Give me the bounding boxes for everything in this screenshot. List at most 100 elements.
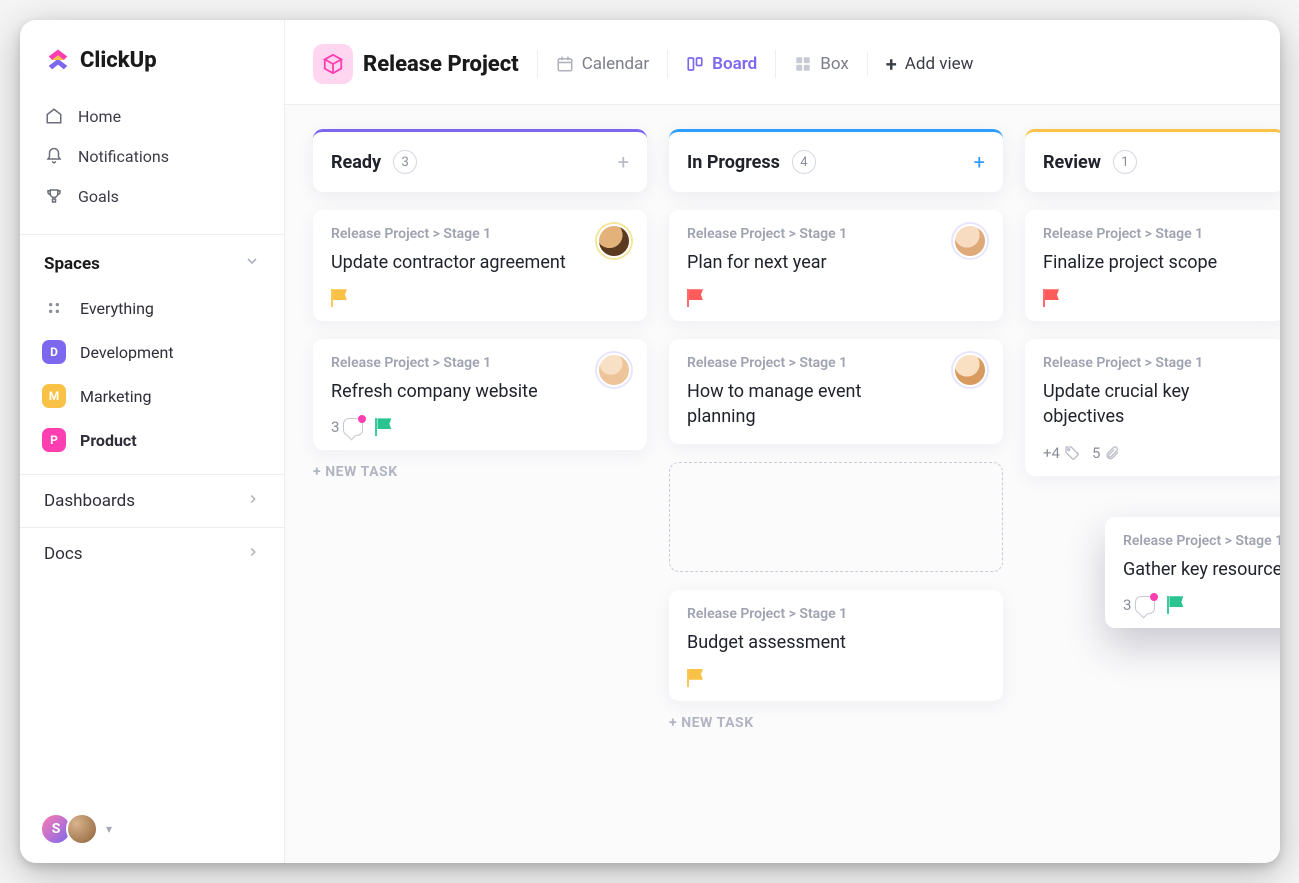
flag-icon [1167, 596, 1185, 614]
space-marketing[interactable]: M Marketing [20, 374, 284, 418]
nav-goals[interactable]: Goals [30, 176, 274, 216]
card-title: Gather key resources [1123, 557, 1280, 582]
project-icon[interactable] [313, 44, 353, 84]
tab-board[interactable]: Board [667, 50, 775, 78]
task-card[interactable]: Release Project > Stage 1 Budget assessm… [669, 590, 1003, 701]
chevron-right-icon [246, 491, 260, 511]
card-breadcrumb: Release Project > Stage 1 [1123, 533, 1280, 549]
main-content: Release Project Calendar Board [285, 20, 1280, 863]
attachment-count: 5 [1092, 444, 1120, 462]
tab-label: Calendar [582, 54, 649, 74]
column-ready: Ready 3 + Release Project > Stage 1 Upda… [313, 129, 647, 839]
brand-name: ClickUp [80, 48, 157, 73]
calendar-icon [556, 55, 574, 73]
space-badge: D [42, 340, 66, 364]
avatar [953, 353, 987, 387]
topbar: Release Project Calendar Board [285, 20, 1280, 105]
project-title: Release Project [363, 52, 519, 77]
task-card[interactable]: Release Project > Stage 1 How to manage … [669, 339, 1003, 443]
space-product[interactable]: P Product [20, 418, 284, 462]
tab-calendar[interactable]: Calendar [537, 50, 667, 78]
column-review: Review 1 Release Project > Stage 1 Final… [1025, 129, 1280, 839]
nav-notifications-label: Notifications [78, 147, 169, 166]
comment-icon [1135, 596, 1155, 614]
home-icon [44, 106, 64, 126]
task-card[interactable]: Release Project > Stage 1 Update crucial… [1025, 339, 1280, 475]
card-breadcrumb: Release Project > Stage 1 [687, 226, 985, 242]
attachment-icon [1104, 445, 1120, 461]
add-card-button[interactable]: + [974, 152, 985, 172]
tab-label: Box [820, 54, 849, 74]
chevron-down-icon [244, 253, 260, 274]
column-count: 3 [393, 150, 417, 174]
space-label: Product [80, 431, 137, 450]
plus-icon: + [886, 52, 897, 76]
nav-home[interactable]: Home [30, 96, 274, 136]
nav-docs[interactable]: Docs [20, 527, 284, 580]
column-title: Ready [331, 152, 381, 173]
nav-home-label: Home [78, 107, 121, 126]
flag-icon [687, 289, 705, 307]
dashboards-label: Dashboards [44, 491, 135, 511]
column-header: Review 1 [1025, 129, 1280, 192]
add-view-button[interactable]: + Add view [867, 52, 974, 76]
user-switcher[interactable]: S ▾ [20, 795, 284, 863]
task-card[interactable]: Release Project > Stage 1 Update contrac… [313, 210, 647, 321]
comment-count: 3 [1123, 596, 1155, 614]
card-breadcrumb: Release Project > Stage 1 [331, 226, 629, 242]
task-card[interactable]: Release Project > Stage 1 Plan for next … [669, 210, 1003, 321]
avatar [597, 353, 631, 387]
grid-icon [42, 296, 66, 320]
nav-goals-label: Goals [78, 187, 119, 206]
spaces-header[interactable]: Spaces [20, 235, 284, 286]
card-title: Update crucial key objectives [1043, 379, 1267, 429]
add-card-button[interactable]: + [618, 152, 629, 172]
spaces-title: Spaces [44, 254, 100, 274]
card-breadcrumb: Release Project > Stage 1 [1043, 355, 1267, 371]
space-development[interactable]: D Development [20, 330, 284, 374]
subtask-count: +4 [1043, 444, 1080, 462]
card-breadcrumb: Release Project > Stage 1 [687, 355, 985, 371]
nav-notifications[interactable]: Notifications [30, 136, 274, 176]
board: Ready 3 + Release Project > Stage 1 Upda… [285, 105, 1280, 863]
column-title: Review [1043, 152, 1101, 173]
column-in-progress: In Progress 4 + Release Project > Stage … [669, 129, 1003, 839]
card-title: Update contractor agreement [331, 250, 571, 275]
trophy-icon [44, 186, 64, 206]
tab-box[interactable]: Box [775, 50, 867, 78]
column-count: 4 [792, 150, 816, 174]
nav-dashboards[interactable]: Dashboards [20, 474, 284, 527]
card-title: Budget assessment [687, 630, 927, 655]
brand-logo[interactable]: ClickUp [20, 20, 284, 90]
new-task-button[interactable]: + NEW TASK [313, 464, 647, 480]
space-label: Marketing [80, 387, 151, 406]
flag-icon [687, 669, 705, 687]
new-task-button[interactable]: + NEW TASK [669, 715, 1003, 731]
task-card[interactable]: Release Project > Stage 1 Refresh compan… [313, 339, 647, 450]
flag-icon [331, 289, 349, 307]
docs-label: Docs [44, 544, 83, 564]
board-icon [686, 55, 704, 73]
box-icon [794, 55, 812, 73]
card-title: Finalize project scope [1043, 250, 1267, 275]
card-breadcrumb: Release Project > Stage 1 [687, 606, 985, 622]
column-count: 1 [1113, 150, 1137, 174]
card-title: How to manage event planning [687, 379, 927, 429]
bell-icon [44, 146, 64, 166]
add-view-label: Add view [905, 54, 974, 74]
comment-icon [343, 418, 363, 436]
space-everything[interactable]: Everything [20, 286, 284, 330]
card-breadcrumb: Release Project > Stage 1 [331, 355, 629, 371]
task-card[interactable]: Release Project > Stage 1 Finalize proje… [1025, 210, 1280, 321]
sidebar: ClickUp Home Notifications Goals [20, 20, 285, 863]
flag-icon [375, 418, 393, 436]
dragging-card[interactable]: Release Project > Stage 1 Gather key res… [1105, 517, 1280, 628]
comment-count: 3 [331, 418, 363, 436]
avatar [66, 813, 98, 845]
avatar [597, 224, 631, 258]
app-window: ClickUp Home Notifications Goals [20, 20, 1280, 863]
subtask-icon [1064, 445, 1080, 461]
caret-down-icon: ▾ [106, 822, 112, 836]
drop-zone[interactable] [669, 462, 1003, 572]
space-everything-label: Everything [80, 299, 154, 318]
